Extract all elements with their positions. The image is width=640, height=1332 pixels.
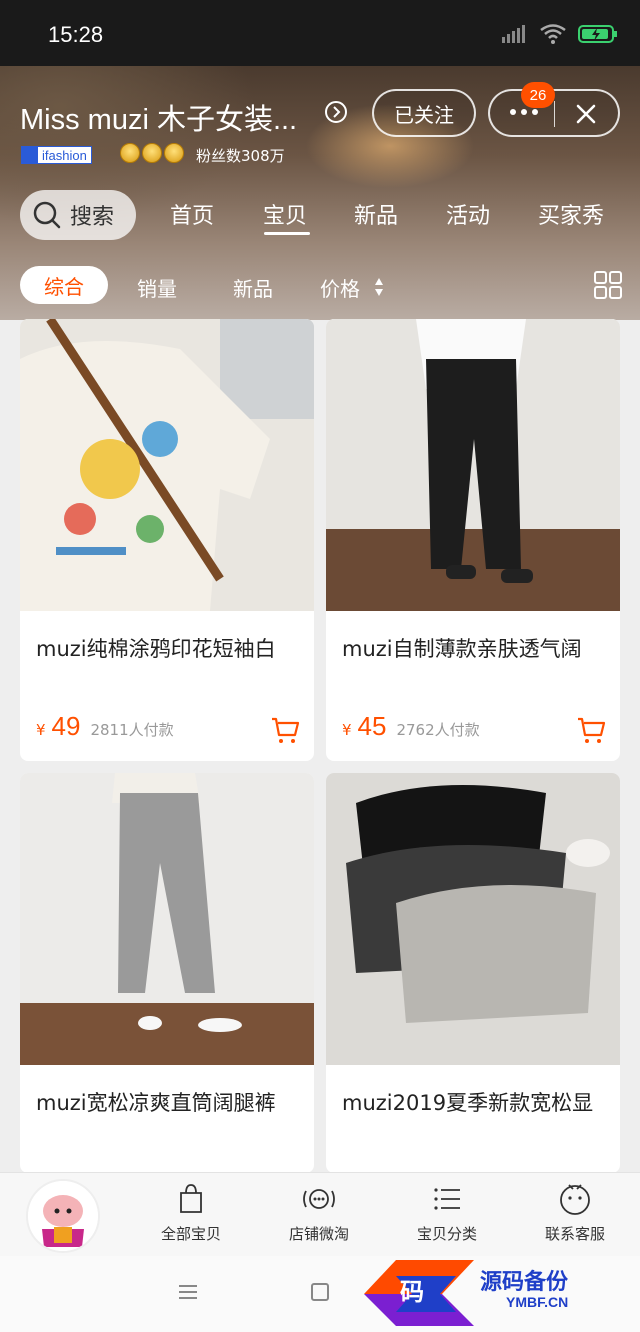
price-row: ¥ 49 2811人付款: [36, 711, 174, 742]
customer-service-icon: [560, 1184, 590, 1215]
product-title: muzi自制薄款亲肤透气阔: [342, 637, 582, 661]
search-button[interactable]: 搜索: [20, 190, 136, 240]
product-image: [326, 773, 620, 1065]
active-tab-indicator: [264, 232, 310, 235]
close-icon[interactable]: [574, 102, 598, 126]
wifi-icon: [540, 24, 566, 44]
crown-icon: [142, 143, 162, 163]
broadcast-icon: [303, 1189, 335, 1209]
home-button[interactable]: [311, 1283, 329, 1301]
sort-new[interactable]: 新品: [233, 273, 273, 302]
sort-sales[interactable]: 销量: [137, 273, 177, 302]
list-icon: [434, 1188, 460, 1210]
shop-name[interactable]: Miss muzi 木子女装...: [20, 96, 297, 138]
ifashion-icon: [22, 147, 38, 163]
sort-arrows-icon: [375, 278, 383, 296]
product-image: [20, 773, 314, 1065]
product-card[interactable]: muzi宽松凉爽直筒阔腿裤: [20, 773, 314, 1173]
watermark-title: 源码备份: [480, 1270, 569, 1295]
sort-price[interactable]: 价格: [320, 273, 360, 302]
sold-count: 2762人付款: [396, 721, 480, 739]
ifashion-tag: ifashion: [21, 146, 92, 164]
contact-service-button[interactable]: 联系客服: [520, 1181, 630, 1244]
tab-buyer-show[interactable]: 买家秀: [538, 198, 604, 230]
shop-rating-crowns: [120, 143, 184, 163]
item-categories-button[interactable]: 宝贝分类: [392, 1181, 502, 1244]
watermark-subtitle: YMBF.CN: [506, 1294, 569, 1310]
currency-symbol: ¥: [342, 721, 352, 739]
search-icon: [33, 201, 61, 229]
message-badge: 26: [521, 82, 555, 108]
crown-icon: [120, 143, 140, 163]
product-title: muzi纯棉涂鸦印花短袖白: [36, 637, 276, 661]
shop-weitao-button[interactable]: 店铺微淘: [264, 1181, 374, 1244]
product-card[interactable]: muzi纯棉涂鸦印花短袖白 ¥ 49 2811人付款: [20, 319, 314, 761]
signal-icon: [502, 25, 525, 43]
grid-view-icon[interactable]: [594, 271, 622, 299]
tab-items[interactable]: 宝贝: [263, 198, 307, 230]
shop-bottom-bar: 全部宝贝 店铺微淘 宝贝分类 联系客服: [0, 1172, 640, 1256]
follow-button[interactable]: 已关注: [372, 89, 476, 137]
status-time: 15:28: [48, 22, 104, 47]
product-card[interactable]: muzi2019夏季新款宽松显: [326, 773, 620, 1173]
crown-icon: [164, 143, 184, 163]
sold-count: 2811人付款: [90, 721, 174, 739]
shop-logo-image: [28, 1181, 98, 1251]
product-image: [20, 319, 314, 611]
tab-activity[interactable]: 活动: [446, 198, 490, 230]
watermark-logo: 码 源码备份 YMBF.CN: [356, 1254, 640, 1332]
shop-logo[interactable]: [26, 1179, 100, 1253]
search-label: 搜索: [70, 205, 115, 230]
chevron-right-icon[interactable]: [324, 100, 348, 124]
bottom-bar-label: 宝贝分类: [416, 1225, 477, 1243]
ifashion-label: ifashion: [42, 147, 87, 163]
product-card[interactable]: muzi自制薄款亲肤透气阔 ¥ 45 2762人付款: [326, 319, 620, 761]
currency-symbol: ¥: [36, 721, 46, 739]
pill-divider: [554, 101, 555, 127]
bottom-bar-label: 全部宝贝: [160, 1225, 221, 1243]
bottom-bar-label: 店铺微淘: [288, 1225, 349, 1243]
shopping-bag-icon: [180, 1184, 202, 1213]
status-icons: [502, 24, 618, 44]
fans-count: 粉丝数308万: [196, 147, 285, 165]
cart-icon[interactable]: [270, 715, 300, 745]
product-image: [326, 319, 620, 611]
product-title: muzi宽松凉爽直筒阔腿裤: [36, 1091, 276, 1115]
product-price: 49: [51, 711, 81, 741]
more-icon[interactable]: [510, 109, 538, 115]
status-bar: 15:28: [0, 0, 640, 66]
product-price: 45: [357, 711, 387, 741]
bottom-bar-label: 联系客服: [544, 1225, 605, 1243]
tab-new[interactable]: 新品: [354, 198, 398, 230]
battery-icon: [578, 25, 617, 43]
watermark-char: 码: [400, 1278, 424, 1306]
all-items-button[interactable]: 全部宝贝: [136, 1181, 246, 1244]
cart-icon[interactable]: [576, 715, 606, 745]
tab-home[interactable]: 首页: [170, 198, 214, 230]
menu-icon[interactable]: [178, 1284, 198, 1300]
product-title: muzi2019夏季新款宽松显: [342, 1091, 594, 1115]
sort-comprehensive[interactable]: 综合: [20, 266, 108, 304]
price-row: ¥ 45 2762人付款: [342, 711, 480, 742]
sort-bar: 综合 销量 新品 价格: [0, 260, 640, 310]
